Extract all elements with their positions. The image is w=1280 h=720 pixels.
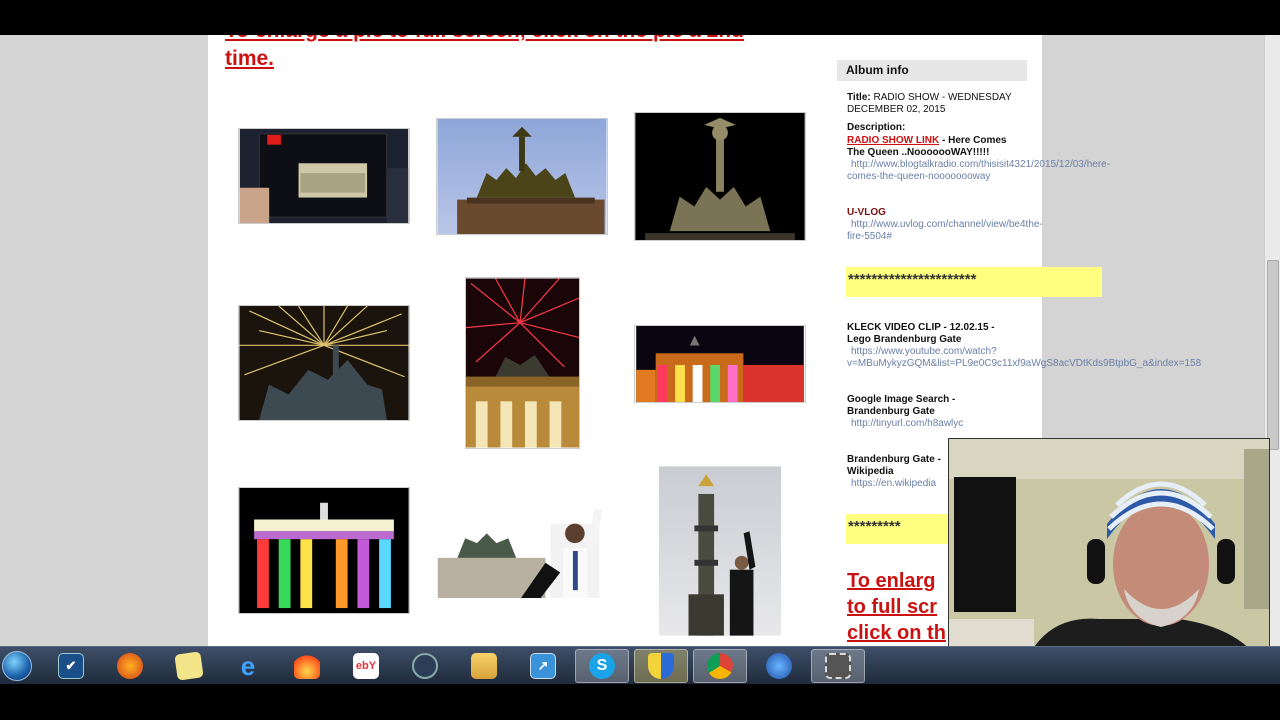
- wiki-url[interactable]: https://en.wikipedia: [847, 478, 936, 489]
- title-label: Title:: [847, 92, 871, 103]
- album-info-header: Album info: [837, 60, 1027, 81]
- radio-show-text: - Here Comes: [939, 135, 1007, 146]
- taskbar-chrome[interactable]: [693, 649, 747, 683]
- uvlog-block: U-VLOG http://www.uvlog.com/channel/view…: [847, 207, 1167, 243]
- radio-show-subtitle: The Queen ..NooooooWAY!!!!!: [847, 147, 990, 158]
- enlarge-instructions: To enlarge a pic to full screen, click o…: [225, 35, 825, 73]
- kleck-title-2: Lego Brandenburg Gate: [847, 334, 962, 345]
- radio-show-block: RADIO SHOW LINK - Here Comes The Queen .…: [847, 135, 1167, 183]
- quadriga-fireworks-image: [239, 306, 409, 420]
- photo-quadriga-blue-sky[interactable]: [436, 118, 608, 235]
- screen: To enlarge a pic to full screen, click o…: [0, 0, 1280, 720]
- taskbar-security[interactable]: [634, 649, 688, 683]
- quadriga-sky-image: [437, 119, 607, 234]
- kleck-video-block: KLECK VIDEO CLIP - 12.02.15 - Lego Brand…: [847, 322, 1227, 370]
- kleck-url-2[interactable]: v=MBuMykyzGQM&list=PL9e0C9c11xf9aWgS8acV…: [847, 358, 1201, 369]
- taskbar-media-app[interactable]: [398, 649, 452, 683]
- uvlog-url-1[interactable]: http://www.uvlog.com/channel/view/be4the…: [847, 219, 1043, 230]
- album-title: Title: RADIO SHOW - WEDNESDAY DECEMBER 0…: [847, 92, 1027, 116]
- sticky-note-icon: [174, 651, 204, 681]
- webcam-overlay: [948, 438, 1270, 678]
- wiki-title-1: Brandenburg Gate -: [847, 454, 941, 465]
- taskbar-task-manager[interactable]: ✔: [44, 649, 98, 683]
- radio-show-link[interactable]: RADIO SHOW LINK: [847, 135, 939, 146]
- folder-icon: [471, 653, 497, 679]
- radio-show-url-1[interactable]: http://www.blogtalkradio.com/thisisit432…: [847, 159, 1110, 170]
- description-label: Description:: [847, 122, 906, 133]
- taskbar-internet-explorer[interactable]: e: [221, 649, 275, 683]
- title-value: RADIO SHOW - WEDNESDAY DECEMBER 02, 2015: [847, 92, 1012, 115]
- album-page: To enlarge a pic to full screen, click o…: [208, 35, 1201, 646]
- stars-banner: **********************: [846, 267, 1102, 297]
- photo-victory-column[interactable]: [658, 465, 782, 637]
- heading-line-1: To enlarge a pic to full screen, click o…: [225, 35, 825, 45]
- start-button[interactable]: [0, 647, 34, 685]
- taskbar-sticky-notes[interactable]: [162, 649, 216, 683]
- media-icon: [412, 653, 438, 679]
- taskbar-skype[interactable]: S: [575, 649, 629, 683]
- victory-column-image: [659, 466, 781, 636]
- ie-icon: e: [240, 650, 256, 681]
- photo-lego-box[interactable]: [238, 128, 410, 224]
- snipping-icon: [825, 653, 851, 679]
- stars-banner-2: *********: [846, 514, 956, 544]
- kleck-title-1: KLECK VIDEO CLIP - 12.02.15 -: [847, 322, 995, 333]
- ebay-icon: ebY: [353, 653, 379, 679]
- network-icon: ↗: [530, 653, 556, 679]
- album-description-label: Description:: [847, 122, 1027, 134]
- windows-taskbar: ✔ e ebY ↗ S: [0, 646, 1280, 684]
- windows-orb-icon: [2, 651, 32, 681]
- wiki-title-2: Wikipedia: [847, 466, 894, 477]
- lego-box-image: [239, 129, 409, 223]
- photo-gate-lit-colors[interactable]: [634, 325, 806, 403]
- taskbar-file-explorer[interactable]: [457, 649, 511, 683]
- webcam-feed: [949, 439, 1269, 677]
- scrollbar-thumb[interactable]: [1267, 260, 1279, 450]
- taskbar-flame-app[interactable]: [280, 649, 334, 683]
- checkmark-icon: ✔: [58, 653, 84, 679]
- gate-lit-image: [636, 326, 804, 402]
- photo-gate-red-fireworks[interactable]: [465, 277, 580, 449]
- kleck-url-1[interactable]: https://www.youtube.com/watch?: [847, 346, 997, 357]
- firefox-icon: [117, 653, 143, 679]
- photo-quadriga-fireworks[interactable]: [238, 305, 410, 421]
- taskbar-google-earth[interactable]: [752, 649, 806, 683]
- taskbar-snipping-tool[interactable]: [811, 649, 865, 683]
- obama-waving-image: [437, 504, 607, 598]
- earth-icon: [766, 653, 792, 679]
- radio-show-url-2[interactable]: comes-the-queen-noooooooway: [847, 171, 990, 182]
- photo-obama-waving[interactable]: [436, 503, 608, 599]
- flame-icon: [294, 653, 320, 679]
- gate-rainbow-image: [239, 488, 409, 613]
- album-info-panel: Album info: [837, 60, 1027, 81]
- skype-icon: S: [589, 653, 615, 679]
- shield-icon: [648, 653, 674, 679]
- photo-quadriga-night[interactable]: [634, 112, 806, 241]
- taskbar-network-app[interactable]: ↗: [516, 649, 570, 683]
- google-title-2: Brandenburg Gate: [847, 406, 935, 417]
- gate-fireworks-image: [466, 278, 579, 448]
- chrome-icon: [707, 653, 733, 679]
- photo-gate-rainbow[interactable]: [238, 487, 410, 614]
- uvlog-label: U-VLOG: [847, 207, 886, 218]
- google-url[interactable]: http://tinyurl.com/h8awlyc: [847, 418, 963, 429]
- uvlog-url-2[interactable]: fire-5504#: [847, 231, 892, 242]
- google-search-block: Google Image Search - Brandenburg Gate h…: [847, 394, 1147, 430]
- taskbar-firefox[interactable]: [103, 649, 157, 683]
- quadriga-night-image: [635, 113, 805, 240]
- google-title-1: Google Image Search -: [847, 394, 956, 405]
- taskbar-ebay[interactable]: ebY: [339, 649, 393, 683]
- heading-line-2: time.: [225, 47, 275, 70]
